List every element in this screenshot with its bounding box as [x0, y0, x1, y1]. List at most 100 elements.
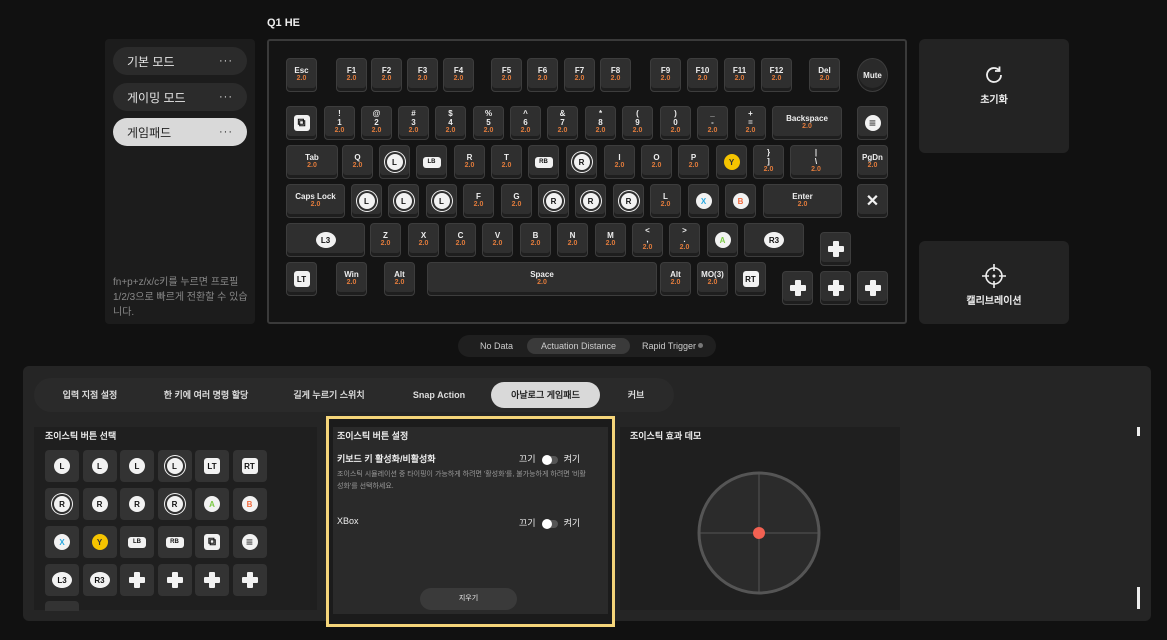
key-alt2[interactable]: Alt 2.0 [660, 262, 691, 296]
key-backspace[interactable]: Backspace 2.0 [772, 106, 842, 140]
key-z[interactable]: Z 2.0 [370, 223, 401, 257]
key-pgdn[interactable]: PgDn 2.0 [857, 145, 888, 179]
joystick-button-option[interactable]: LB [120, 526, 154, 558]
key-dpad[interactable] [782, 271, 813, 305]
key-rt[interactable]: RT [735, 262, 766, 296]
key-c[interactable]: C 2.0 [445, 223, 476, 257]
kb-toggle-row[interactable]: 끄기 켜기 [519, 452, 580, 465]
calibration-card[interactable]: 캘리브레이션 [919, 241, 1069, 324]
key-l-ring[interactable]: L [351, 184, 382, 218]
joystick-button-option[interactable]: L [157, 450, 192, 482]
key-lbrace[interactable]: }] 2.0 [753, 145, 784, 179]
xbox-toggle-row[interactable]: 끄기 켜기 [519, 516, 580, 529]
key-b[interactable]: B 2.0 [520, 223, 551, 257]
joystick-button-option[interactable]: L [82, 450, 117, 482]
key-f4[interactable]: F4 2.0 [443, 58, 474, 92]
joystick-button-option[interactable] [232, 564, 267, 596]
key-i[interactable]: I 2.0 [604, 145, 635, 179]
key-g[interactable]: G 2.0 [501, 184, 532, 218]
key-dpad[interactable] [857, 271, 888, 305]
key-dpad[interactable] [820, 232, 851, 266]
key-mo3[interactable]: MO(3) 2.0 [697, 262, 728, 296]
key-alt[interactable]: Alt 2.0 [384, 262, 415, 296]
key-win[interactable]: Win 2.0 [336, 262, 367, 296]
joystick-button-option[interactable]: B [232, 488, 267, 520]
key-v[interactable]: V 2.0 [482, 223, 513, 257]
key-enter[interactable]: Enter 2.0 [763, 184, 842, 218]
key-k5[interactable]: % 5 2.0 [473, 106, 504, 140]
key-f1[interactable]: F1 2.0 [336, 58, 367, 92]
key-f5[interactable]: F5 2.0 [491, 58, 522, 92]
key-b[interactable]: B [725, 184, 756, 218]
key-l-ring[interactable]: L [388, 184, 419, 218]
key-t[interactable]: T 2.0 [491, 145, 522, 179]
joystick-button-option[interactable]: L3 [45, 564, 79, 596]
key-r3[interactable]: R3 [744, 223, 804, 257]
kb-toggle-switch[interactable] [541, 454, 558, 465]
key-k3[interactable]: #3 2.0 [398, 106, 429, 140]
key-lt[interactable]: <, 2.0 [632, 223, 663, 257]
key-l[interactable]: L 2.0 [650, 184, 681, 218]
key-menu[interactable]: ≡ [857, 106, 888, 140]
key-y[interactable]: Y [716, 145, 747, 179]
key-lb[interactable]: LB [416, 145, 447, 179]
key-f3[interactable]: F3 2.0 [407, 58, 438, 92]
key-dpad[interactable] [820, 271, 851, 305]
joystick-button-option[interactable]: L [45, 450, 79, 482]
key-r-ring[interactable]: R [575, 184, 606, 218]
key-f[interactable]: F 2.0 [463, 184, 494, 218]
joystick-button-option[interactable]: R [45, 488, 79, 520]
tab-snap-action[interactable]: Snap Action [392, 378, 486, 412]
key-mute[interactable]: Mute [857, 58, 888, 92]
key-k4[interactable]: $4 2.0 [435, 106, 466, 140]
mode-actuation-distance[interactable]: Actuation Distance [527, 338, 631, 354]
key-k1[interactable]: ! 1 2.0 [324, 106, 355, 140]
joystick-button-option[interactable]: R [157, 488, 192, 520]
key-l3[interactable]: L3 [286, 223, 365, 257]
key-esc[interactable]: Esc 2.0 [286, 58, 317, 92]
tab-analog-gamepad[interactable]: 아날로그 게임패드 [491, 382, 600, 408]
key-n[interactable]: N 2.0 [557, 223, 588, 257]
key-x[interactable]: X [688, 184, 719, 218]
key-equal[interactable]: + = 2.0 [735, 106, 766, 140]
clear-button[interactable]: 지우기 [420, 588, 517, 610]
key-f8[interactable]: F8 2.0 [600, 58, 631, 92]
key-rb[interactable]: RB [528, 145, 559, 179]
joystick-button-option[interactable]: R [120, 488, 154, 520]
key-f9[interactable]: F9 2.0 [650, 58, 681, 92]
key-m[interactable]: M 2.0 [595, 223, 626, 257]
key-l-ring[interactable]: L [379, 145, 410, 179]
tab-input-point[interactable]: 입력 지점 설정 [34, 378, 146, 412]
key-caps[interactable]: Caps Lock 2.0 [286, 184, 345, 218]
scrollbar-top[interactable] [1137, 427, 1140, 436]
joystick-button-option[interactable]: ≡ [232, 526, 267, 558]
key-p[interactable]: P 2.0 [678, 145, 709, 179]
joystick-button-option[interactable]: A [195, 488, 229, 520]
key-r-ring[interactable]: R [613, 184, 644, 218]
joystick-button-option[interactable]: X [45, 526, 79, 558]
more-icon[interactable]: ··· [219, 126, 233, 138]
key-k7[interactable]: & 7 2.0 [547, 106, 578, 140]
joystick-button-option[interactable]: RB [157, 526, 192, 558]
joystick-button-option[interactable]: ⧉ [195, 526, 229, 558]
key-f2[interactable]: F2 2.0 [371, 58, 402, 92]
key-del[interactable]: Del 2.0 [809, 58, 840, 92]
key-k8[interactable]: * 8 2.0 [585, 106, 616, 140]
key-f6[interactable]: F6 2.0 [527, 58, 558, 92]
key-r[interactable]: R 2.0 [454, 145, 485, 179]
key-pipe[interactable]: | \ 2.0 [790, 145, 842, 179]
mode-no-data[interactable]: No Data [480, 339, 513, 353]
reset-card[interactable]: 초기화 [919, 39, 1069, 153]
key-close[interactable]: ✕ [857, 184, 888, 218]
key-f10[interactable]: F10 2.0 [687, 58, 718, 92]
joystick-button-option[interactable] [195, 564, 229, 596]
key-f7[interactable]: F7 2.0 [564, 58, 595, 92]
joystick-button-option[interactable]: Y [82, 526, 117, 558]
tab-multi-command[interactable]: 한 키에 여러 명령 할당 [146, 378, 266, 412]
joystick-button-option[interactable] [120, 564, 154, 596]
mode-gamepad[interactable]: 게임패드 ··· [113, 118, 247, 146]
key-tab[interactable]: Tab 2.0 [286, 145, 338, 179]
key-f12[interactable]: F12 2.0 [761, 58, 792, 92]
key-k0[interactable]: ) 0 2.0 [660, 106, 691, 140]
joystick-button-option[interactable]: R3 [82, 564, 117, 596]
